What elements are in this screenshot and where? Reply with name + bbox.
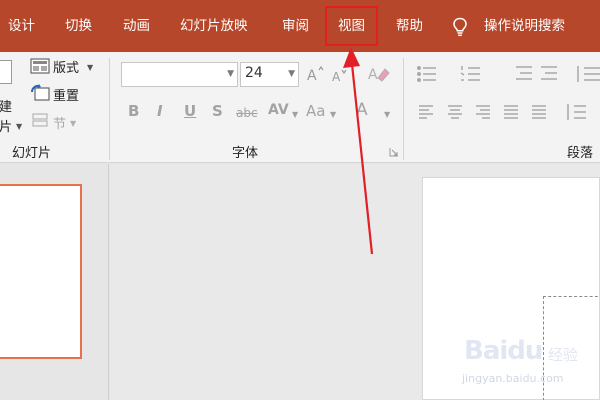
clear-formatting-icon[interactable]: A [368,64,390,84]
change-case-button[interactable]: Aa [306,102,325,120]
decrease-font-size-icon[interactable]: A [332,68,350,82]
chevron-down-icon[interactable]: ▼ [70,119,76,128]
tell-me-search[interactable]: 操作说明搜索 [484,0,565,52]
font-name-select[interactable]: ▼ [121,62,238,87]
chevron-down-icon[interactable]: ▼ [87,63,93,72]
chevron-down-icon: ▼ [288,69,295,79]
chevron-down-icon[interactable]: ▼ [292,110,298,119]
text-shadow-button[interactable]: S [212,102,223,120]
watermark-brand: Baidu [464,336,543,366]
lightbulb-icon [453,17,467,37]
chevron-down-icon[interactable]: ▼ [16,122,22,131]
underline-button[interactable]: U [184,102,196,120]
italic-button[interactable]: I [157,102,163,120]
strikethrough-button[interactable]: abc [236,106,258,120]
watermark-suffix: 经验 [548,346,579,364]
tab-slideshow[interactable]: 幻灯片放映 [180,0,248,52]
font-size-value: 24 [245,65,263,81]
svg-text:A: A [332,70,341,82]
tab-review[interactable]: 审阅 [282,0,309,52]
new-slide-icon[interactable] [0,60,12,84]
tab-design[interactable]: 设计 [8,0,35,52]
group-divider [403,58,404,160]
group-divider [109,58,110,160]
watermark-url: jingyan.baidu.com [462,372,564,385]
new-slide-label-top[interactable]: 建 [0,96,12,115]
paragraph-group-label: 段落 [567,146,594,161]
chevron-down-icon: ▼ [227,69,234,79]
highlight-box [325,6,378,46]
chevron-down-icon[interactable]: ▼ [330,110,336,119]
section-button[interactable]: 节 [53,113,66,132]
svg-text:A: A [368,67,378,83]
tab-transitions[interactable]: 切换 [65,0,92,52]
section-icon[interactable] [30,112,50,128]
font-size-select[interactable]: 24 ▼ [240,62,299,87]
paragraph-tools [417,66,600,120]
font-color-button[interactable]: A [356,100,368,120]
ribbon-tab-bar: 设计 切换 动画 幻灯片放映 审阅 视图 帮助 操作说明搜索 [0,0,600,52]
svg-text:A: A [307,68,317,82]
font-group-label: 字体 [232,146,259,161]
increase-font-size-icon[interactable]: A [307,66,325,82]
slides-group-label: 幻灯片 [12,146,52,161]
layout-button[interactable]: 版式 [53,57,79,76]
reset-icon[interactable] [30,84,50,102]
tab-help[interactable]: 帮助 [396,0,423,52]
tab-animations[interactable]: 动画 [123,0,150,52]
reset-button[interactable]: 重置 [53,85,79,104]
layout-icon[interactable] [30,58,50,74]
baidu-jingyan-watermark: Baidu 经验 jingyan.baidu.com [450,328,600,400]
new-slide-label-bottom[interactable]: 片 [0,116,12,135]
slide-thumbnail[interactable] [0,184,82,359]
character-spacing-button[interactable]: AV [268,102,289,118]
chevron-down-icon[interactable]: ▼ [384,110,390,119]
bold-button[interactable]: B [128,102,139,120]
dialog-launcher-icon[interactable] [389,147,399,157]
